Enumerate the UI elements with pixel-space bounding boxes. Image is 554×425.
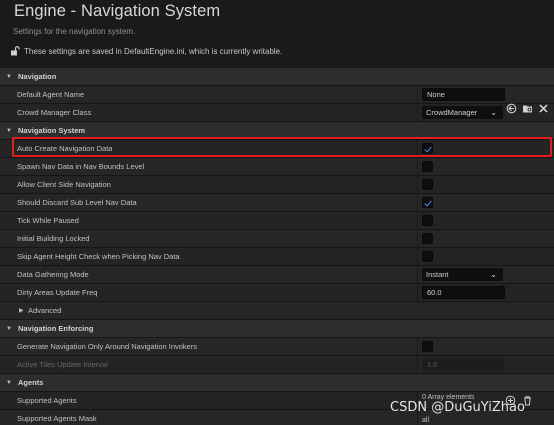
property-row-spawn-nav-data: Spawn Nav Data in Nav Bounds Level (0, 158, 554, 176)
config-notice-text: These settings are saved in DefaultEngin… (24, 46, 283, 56)
auto-create-nav-data-checkbox[interactable] (422, 143, 433, 154)
category-label: Agents (18, 378, 44, 387)
property-row-crowd-manager-class: Crowd Manager Class CrowdManager ⌄ (0, 104, 554, 122)
property-label: Data Gathering Mode (17, 270, 89, 279)
property-label: Supported Agents Mask (17, 414, 97, 423)
property-row-initial-building-locked: Initial Building Locked (0, 230, 554, 248)
dropdown-value: CrowdManager (426, 108, 478, 117)
crowd-manager-actions (506, 103, 549, 114)
property-label: Spawn Nav Data in Nav Bounds Level (17, 162, 145, 171)
property-row-discard-sub-level: Should Discard Sub Level Nav Data (0, 194, 554, 212)
details-panel: ▼ Navigation Default Agent Name None Cro… (0, 68, 554, 425)
dirty-areas-freq-field[interactable]: 60.0 (422, 286, 505, 299)
page-title: Engine - Navigation System (14, 2, 221, 20)
browse-folder-icon[interactable] (522, 103, 533, 114)
collapse-arrow-icon[interactable]: ▼ (0, 326, 18, 332)
property-label: Auto Create Navigation Data (17, 144, 113, 153)
property-row-active-tiles-interval: Active Tiles Update Interval 1.0 (0, 356, 554, 374)
allow-client-side-checkbox[interactable] (422, 179, 433, 190)
property-label: Active Tiles Update Interval (17, 360, 108, 369)
property-label: Allow Client Side Navigation (17, 180, 111, 189)
property-row-auto-create-nav-data: Auto Create Navigation Data (0, 140, 554, 158)
chevron-down-icon: ⌄ (490, 108, 497, 117)
tick-while-paused-checkbox[interactable] (422, 215, 433, 226)
discard-sub-level-checkbox[interactable] (422, 197, 433, 208)
generate-around-invokers-checkbox[interactable] (422, 341, 433, 352)
category-agents[interactable]: ▼ Agents (0, 374, 554, 392)
property-label: Should Discard Sub Level Nav Data (17, 198, 137, 207)
settings-header: Engine - Navigation System Settings for … (0, 0, 554, 68)
property-label: Initial Building Locked (17, 234, 90, 243)
property-row-allow-client-side: Allow Client Side Navigation (0, 176, 554, 194)
page-subtitle: Settings for the navigation system. (13, 27, 136, 36)
collapse-arrow-icon[interactable]: ▼ (0, 74, 18, 80)
use-selected-icon[interactable] (506, 103, 517, 114)
category-label: Navigation Enforcing (18, 324, 94, 333)
category-navigation-enforcing[interactable]: ▼ Navigation Enforcing (0, 320, 554, 338)
default-agent-name-field[interactable]: None (422, 88, 505, 101)
property-label: Generate Navigation Only Around Navigati… (17, 342, 198, 351)
collapse-arrow-icon[interactable]: ▼ (0, 128, 18, 134)
spawn-nav-data-checkbox[interactable] (422, 161, 433, 172)
initial-building-locked-checkbox[interactable] (422, 233, 433, 244)
agents-mask-value: all (422, 417, 430, 424)
unlock-icon (11, 46, 20, 56)
data-gathering-mode-dropdown[interactable]: Instant ⌄ (422, 268, 503, 281)
clear-icon[interactable] (538, 103, 549, 114)
active-tiles-interval-field: 1.0 (422, 358, 505, 371)
advanced-section-toggle[interactable]: ▶ Advanced (0, 302, 554, 320)
property-row-generate-around-invokers: Generate Navigation Only Around Navigati… (0, 338, 554, 356)
category-navigation[interactable]: ▼ Navigation (0, 68, 554, 86)
collapse-arrow-icon[interactable]: ▼ (0, 380, 18, 386)
property-row-skip-agent-height: Skip Agent Height Check when Picking Nav… (0, 248, 554, 266)
property-label: Crowd Manager Class (17, 108, 92, 117)
skip-agent-height-checkbox[interactable] (422, 251, 433, 262)
crowd-manager-class-dropdown[interactable]: CrowdManager ⌄ (422, 106, 503, 119)
property-row-default-agent-name: Default Agent Name None (0, 86, 554, 104)
chevron-down-icon: ⌄ (490, 270, 497, 279)
property-label: Dirty Areas Update Freq (17, 288, 98, 297)
watermark: CSDN @DuGuYiZhao (390, 400, 525, 415)
category-label: Navigation (18, 72, 57, 81)
property-label: Default Agent Name (17, 90, 85, 99)
property-row-tick-while-paused: Tick While Paused (0, 212, 554, 230)
category-navigation-system[interactable]: ▼ Navigation System (0, 122, 554, 140)
property-row-data-gathering-mode: Data Gathering Mode Instant ⌄ (0, 266, 554, 284)
property-label: Skip Agent Height Check when Picking Nav… (17, 252, 180, 261)
category-label: Navigation System (18, 126, 86, 135)
expand-arrow-icon[interactable]: ▶ (19, 302, 24, 320)
property-label: Supported Agents (17, 396, 77, 405)
dropdown-value: Instant (426, 270, 449, 279)
config-notice: These settings are saved in DefaultEngin… (10, 46, 282, 56)
property-label: Tick While Paused (17, 216, 79, 225)
advanced-label: Advanced (28, 306, 62, 315)
property-row-dirty-areas-freq: Dirty Areas Update Freq 60.0 (0, 284, 554, 302)
